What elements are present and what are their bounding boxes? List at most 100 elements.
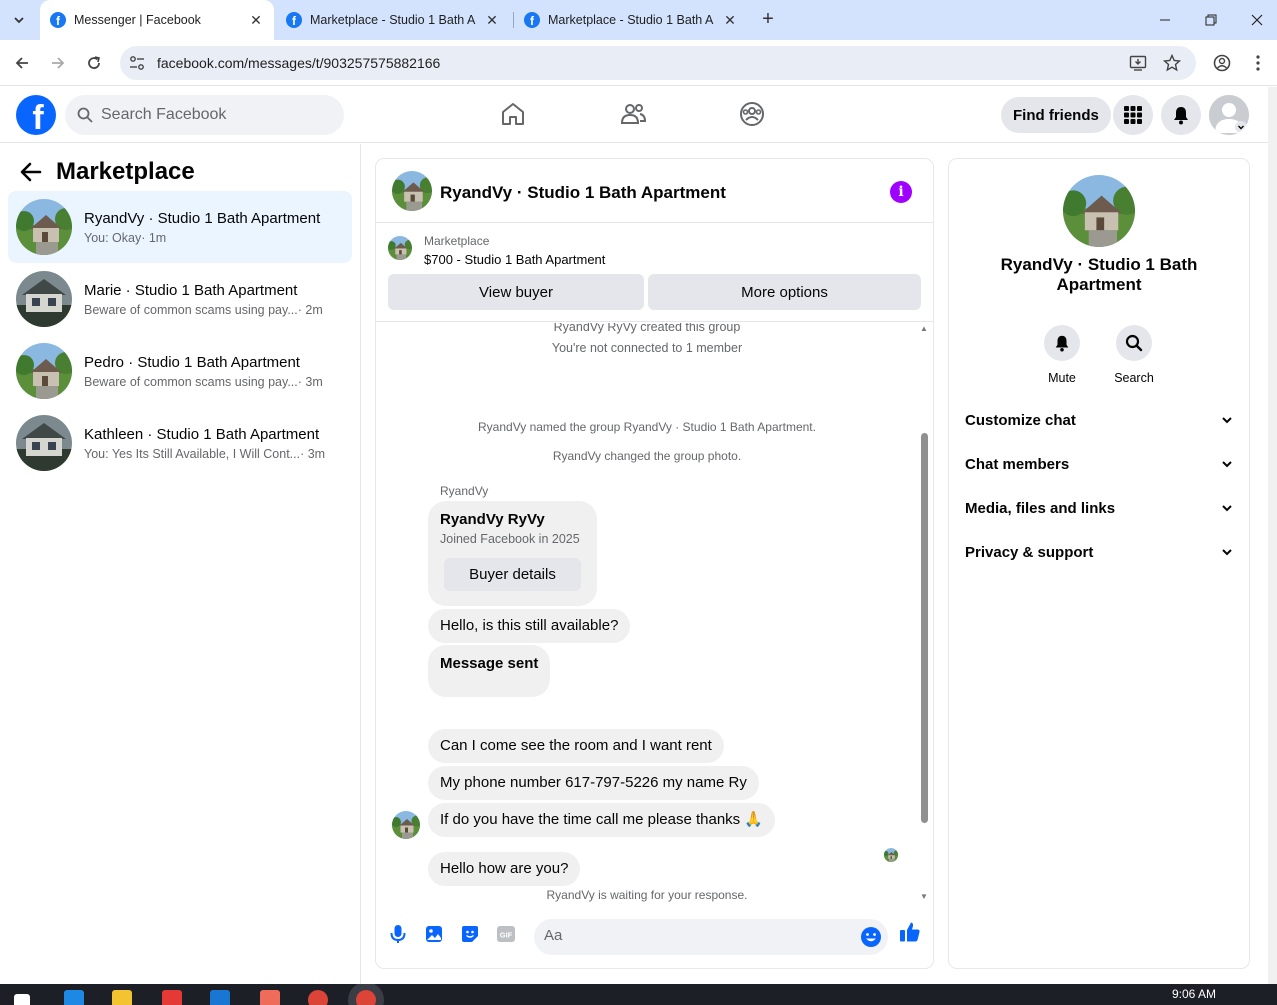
minimize-icon[interactable]	[1142, 0, 1188, 40]
restore-icon[interactable]	[1188, 0, 1234, 40]
svg-text:GIF: GIF	[500, 931, 513, 940]
listing-price-title[interactable]: $700 - Studio 1 Bath Apartment	[424, 252, 605, 267]
chrome-icon[interactable]	[308, 990, 328, 1005]
media-files-links-row[interactable]: Media, files and links	[957, 486, 1241, 530]
scroll-down-arrow-icon[interactable]: ▼	[920, 893, 928, 901]
tab-close-icon[interactable]: ✕	[248, 12, 264, 28]
tab-title: Marketplace - Studio 1 Bath Ap	[310, 13, 476, 27]
tab-messenger[interactable]: f Messenger | Facebook ✕	[40, 0, 274, 40]
photo-icon[interactable]	[423, 923, 445, 945]
profile-icon[interactable]	[1208, 49, 1236, 77]
chat-title[interactable]: RyandVy · Studio 1 Bath Apartment	[440, 183, 726, 203]
chat-members-row[interactable]: Chat members	[957, 442, 1241, 486]
mute-action[interactable]: Mute	[1032, 325, 1092, 385]
details-avatar[interactable]	[1063, 175, 1135, 247]
bell-icon[interactable]	[1044, 325, 1080, 361]
message-list: RyandVy RyVy created this group You're n…	[376, 323, 933, 905]
conversation-name: Pedro · Studio 1 Bath Apartment	[84, 353, 300, 371]
message-composer: GIF	[376, 905, 933, 968]
tab-marketplace-2[interactable]: f Marketplace - Studio 1 Bath Ap ✕	[514, 0, 748, 40]
chat-scrollbar[interactable]: ▲ ▼	[918, 325, 930, 905]
tab-search-button[interactable]	[6, 7, 32, 33]
gif-icon[interactable]: GIF	[495, 923, 517, 945]
message-bubble[interactable]: My phone number 617-797-5226 my name Ry	[428, 766, 759, 800]
mail-icon[interactable]	[210, 990, 230, 1005]
message-bubble[interactable]: Hello, is this still available?	[428, 609, 631, 643]
sidebar-title: Marketplace	[56, 158, 195, 185]
conversation-thumbnail	[16, 415, 72, 471]
find-friends-button[interactable]: Find friends	[1001, 97, 1111, 133]
store-icon[interactable]	[162, 990, 182, 1005]
message-bubble[interactable]: Can I come see the room and I want rent	[428, 729, 724, 763]
notifications-bell-icon[interactable]	[1161, 95, 1201, 135]
scroll-up-arrow-icon[interactable]: ▲	[920, 325, 928, 333]
chevron-down-icon	[1222, 461, 1232, 468]
chrome-active-icon[interactable]	[356, 990, 376, 1005]
customize-chat-row[interactable]: Customize chat	[957, 398, 1241, 442]
account-avatar[interactable]	[1209, 95, 1249, 135]
view-buyer-button[interactable]: View buyer	[388, 274, 644, 310]
facebook-search[interactable]	[65, 95, 344, 135]
section-label: Customize chat	[965, 411, 1076, 429]
buyer-profile-card: RyandVy RyVy Joined Facebook in 2025 Buy…	[428, 501, 597, 606]
page-scrollbar[interactable]	[1268, 87, 1277, 984]
buyer-details-button[interactable]: Buyer details	[444, 558, 581, 591]
close-window-icon[interactable]	[1234, 0, 1277, 40]
message-input[interactable]	[544, 927, 844, 944]
friends-icon[interactable]	[618, 99, 648, 129]
sender-avatar[interactable]	[392, 811, 420, 839]
facebook-logo-icon[interactable]: f	[16, 95, 56, 135]
tab-close-icon[interactable]: ✕	[722, 12, 738, 28]
back-arrow-icon[interactable]	[18, 159, 44, 185]
tab-title: Messenger | Facebook	[74, 13, 201, 27]
app-icon[interactable]	[260, 990, 280, 1005]
bookmark-star-icon[interactable]	[1162, 53, 1182, 73]
search-action[interactable]: Search	[1104, 325, 1164, 385]
conversation-item[interactable]: RyandVy · Studio 1 Bath Apartment You: O…	[8, 191, 352, 263]
message-bubble[interactable]: Hello how are you?	[428, 852, 581, 886]
sticker-icon[interactable]	[459, 923, 481, 945]
site-settings-icon[interactable]	[128, 54, 146, 72]
chrome-menu-icon[interactable]	[1244, 49, 1272, 77]
conversation-item[interactable]: Pedro · Studio 1 Bath Apartment Beware o…	[8, 335, 352, 407]
tab-marketplace-1[interactable]: f Marketplace - Studio 1 Bath Ap ✕	[276, 0, 510, 40]
file-explorer-icon[interactable]	[112, 990, 132, 1005]
message-bubble[interactable]: Message sent	[428, 645, 551, 697]
chat-avatar[interactable]	[392, 171, 432, 211]
windows-taskbar: 9:06 AM	[0, 984, 1277, 1005]
listing-thumbnail[interactable]	[388, 236, 412, 260]
facebook-search-input[interactable]	[101, 106, 321, 124]
microphone-icon[interactable]	[387, 923, 409, 945]
reload-icon[interactable]	[80, 49, 108, 77]
facebook-favicon-icon: f	[286, 12, 302, 28]
system-message: RyandVy named the group RyandVy · Studio…	[478, 420, 816, 434]
like-thumbs-up-icon[interactable]	[899, 921, 921, 943]
message-bubble[interactable]: If do you have the time call me please t…	[428, 803, 776, 837]
edge-icon[interactable]	[64, 990, 84, 1005]
conversation-item[interactable]: Kathleen · Studio 1 Bath Apartment You: …	[8, 407, 352, 479]
back-arrow-icon[interactable]	[8, 49, 36, 77]
marketplace-sidebar: Marketplace RyandVy · Studio 1 Bath Apar…	[0, 144, 361, 984]
scroll-thumb[interactable]	[921, 433, 928, 823]
tab-close-icon[interactable]: ✕	[484, 12, 500, 28]
windows-start-icon[interactable]	[14, 994, 30, 1005]
home-icon[interactable]	[498, 99, 528, 129]
menu-grid-icon[interactable]	[1113, 95, 1153, 135]
emoji-icon[interactable]	[860, 926, 882, 948]
install-app-icon[interactable]	[1128, 53, 1148, 73]
forward-arrow-icon[interactable]	[44, 49, 72, 77]
groups-icon[interactable]	[737, 99, 767, 129]
info-icon[interactable]: i	[890, 181, 912, 203]
address-bar[interactable]: facebook.com/messages/t/903257575882166	[120, 46, 1196, 80]
search-icon[interactable]	[1116, 325, 1152, 361]
more-options-button[interactable]: More options	[648, 274, 921, 310]
message-input-wrapper[interactable]	[534, 919, 888, 955]
facebook-favicon-icon: f	[524, 12, 540, 28]
privacy-support-row[interactable]: Privacy & support	[957, 530, 1241, 574]
conversation-name: Marie · Studio 1 Bath Apartment	[84, 281, 298, 299]
buyer-joined: Joined Facebook in 2025	[440, 532, 580, 546]
new-tab-plus-icon[interactable]: +	[756, 8, 780, 32]
conversation-item[interactable]: Marie · Studio 1 Bath Apartment Beware o…	[8, 263, 352, 335]
mute-label: Mute	[1048, 371, 1076, 385]
sidebar-header: Marketplace	[18, 158, 195, 186]
